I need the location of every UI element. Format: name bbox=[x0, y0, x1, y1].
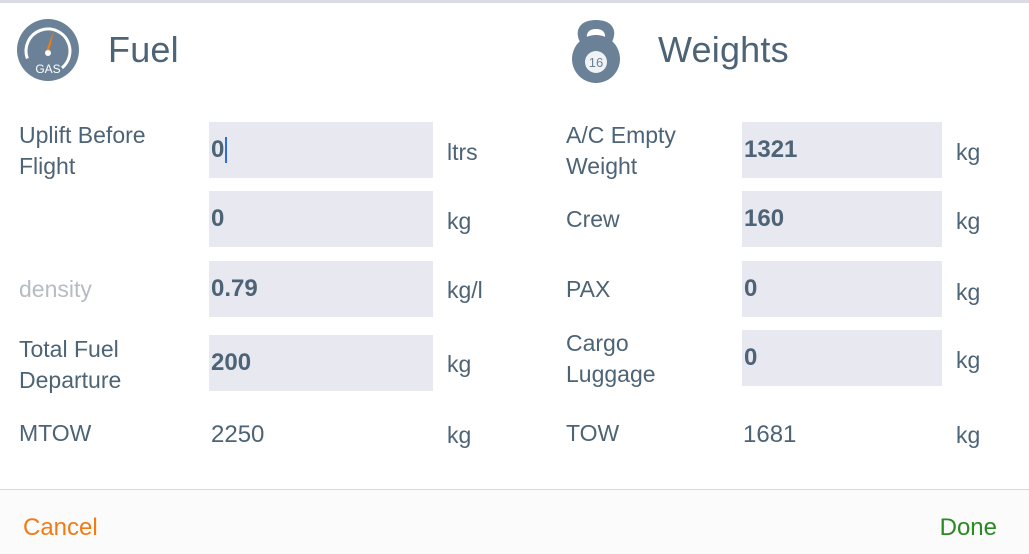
crew-value: 160 bbox=[744, 205, 785, 232]
done-button[interactable]: Done bbox=[940, 514, 997, 542]
density-value: 0.79 bbox=[211, 275, 258, 302]
cargo-value: 0 bbox=[744, 344, 758, 371]
total-fuel-label: Total Fuel Departure bbox=[19, 336, 122, 393]
tow-unit: kg bbox=[956, 422, 981, 448]
mtow-value: 2250 bbox=[211, 421, 265, 448]
crew-unit: kg bbox=[956, 208, 981, 234]
uplift-ltrs-input[interactable]: 0 bbox=[209, 122, 433, 178]
uplift-ltrs-value: 0 bbox=[211, 136, 225, 163]
uplift-kg-unit: kg bbox=[447, 208, 472, 234]
cancel-button[interactable]: Cancel bbox=[23, 514, 98, 542]
density-unit: kg/l bbox=[447, 277, 483, 303]
text-caret bbox=[225, 137, 228, 163]
density-input[interactable]: 0.79 bbox=[209, 261, 433, 317]
total-fuel-input[interactable]: 200 bbox=[209, 335, 433, 391]
background-strip bbox=[0, 0, 1029, 3]
mtow-unit: kg bbox=[447, 422, 472, 448]
tow-value: 1681 bbox=[743, 421, 797, 448]
cargo-unit: kg bbox=[956, 347, 981, 373]
pax-value: 0 bbox=[744, 275, 758, 302]
crew-input[interactable]: 160 bbox=[742, 191, 942, 247]
fuel-header: GAS Fuel bbox=[16, 14, 179, 86]
uplift-label: Uplift Before Flight bbox=[19, 122, 146, 179]
gas-icon-label: GAS bbox=[35, 62, 60, 76]
uplift-kg-value: 0 bbox=[211, 205, 225, 232]
pax-label: PAX bbox=[566, 276, 611, 302]
empty-weight-value: 1321 bbox=[744, 136, 798, 163]
crew-label: Crew bbox=[566, 206, 620, 232]
empty-weight-label: A/C Empty Weight bbox=[566, 122, 676, 179]
pax-unit: kg bbox=[956, 279, 981, 305]
gas-gauge-icon: GAS bbox=[17, 19, 79, 81]
uplift-kg-input[interactable]: 0 bbox=[209, 191, 433, 247]
empty-weight-unit: kg bbox=[956, 139, 981, 165]
footer-bar: Cancel Done bbox=[0, 489, 1029, 554]
kettlebell-icon-label: 16 bbox=[589, 55, 603, 70]
mtow-label: MTOW bbox=[19, 420, 92, 446]
density-label: density bbox=[19, 276, 92, 302]
cargo-input[interactable]: 0 bbox=[742, 330, 942, 386]
weights-title: Weights bbox=[658, 29, 789, 70]
total-fuel-unit: kg bbox=[447, 351, 472, 377]
tow-label: TOW bbox=[566, 420, 620, 446]
total-fuel-value: 200 bbox=[211, 349, 252, 376]
pax-input[interactable]: 0 bbox=[742, 261, 942, 317]
cargo-label: Cargo Luggage bbox=[566, 330, 656, 387]
fuel-title: Fuel bbox=[108, 29, 179, 70]
empty-weight-input[interactable]: 1321 bbox=[742, 122, 942, 178]
kettlebell-icon: 16 bbox=[572, 20, 620, 83]
uplift-ltrs-unit: ltrs bbox=[447, 139, 478, 165]
weights-header: 16 Weights bbox=[566, 14, 789, 86]
